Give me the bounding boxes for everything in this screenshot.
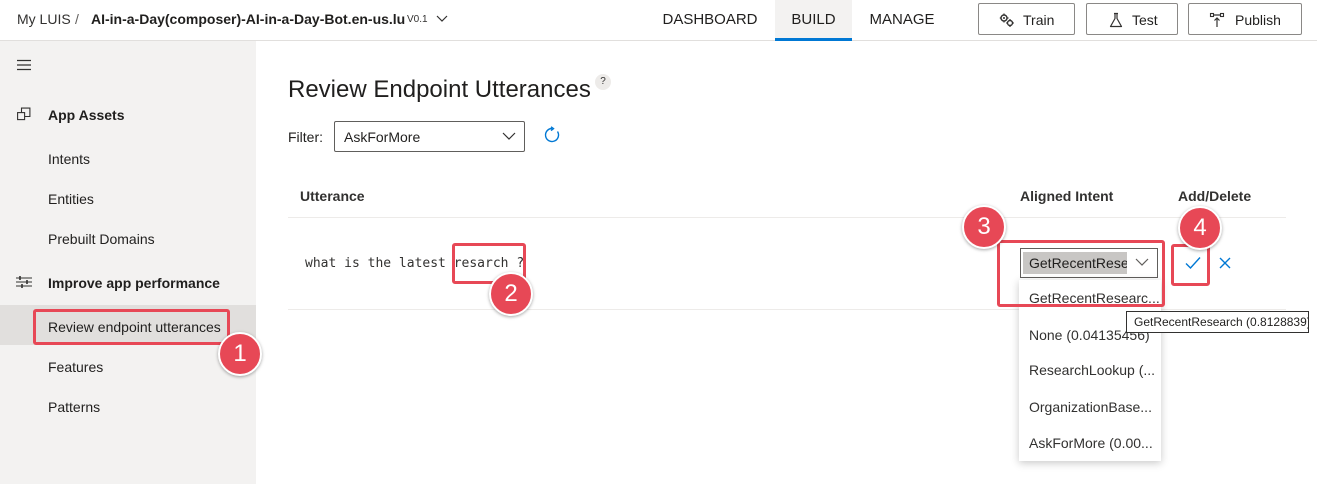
app-name[interactable]: AI-in-a-Day(composer)-AI-in-a-Day-Bot.en… bbox=[91, 11, 405, 27]
dropdown-option[interactable]: OrganizationBase... bbox=[1019, 389, 1161, 425]
sidebar-item-features[interactable]: Features bbox=[48, 359, 103, 375]
tab-manage[interactable]: MANAGE bbox=[858, 0, 946, 41]
flask-icon bbox=[1109, 12, 1123, 28]
dropdown-option[interactable]: ResearchLookup (... bbox=[1019, 352, 1161, 388]
highlight-box-4 bbox=[1171, 244, 1210, 286]
header-divider bbox=[288, 217, 1286, 218]
intent-tooltip: GetRecentResearch (0.8128839) bbox=[1126, 311, 1309, 333]
filter-dropdown[interactable]: AskForMore bbox=[334, 121, 525, 152]
top-bar: My LUIS / AI-in-a-Day(composer)-AI-in-a-… bbox=[0, 0, 1317, 41]
app-assets-icon bbox=[17, 107, 31, 121]
publish-label: Publish bbox=[1235, 12, 1281, 28]
page-title: Review Endpoint Utterances bbox=[288, 76, 591, 103]
publish-button[interactable]: Publish bbox=[1188, 3, 1302, 35]
gears-icon bbox=[999, 13, 1014, 27]
step-badge-2: 2 bbox=[489, 272, 533, 316]
step-badge-3: 3 bbox=[962, 205, 1006, 249]
sidebar-section-improve-app-performance[interactable]: Improve app performance bbox=[48, 275, 220, 291]
sidebar-section-app-assets[interactable]: App Assets bbox=[48, 107, 125, 123]
breadcrumb-my-luis[interactable]: My LUIS bbox=[17, 11, 71, 27]
column-header-aligned-intent[interactable]: Aligned Intent bbox=[1020, 188, 1113, 204]
column-header-add-delete[interactable]: Add/Delete bbox=[1178, 188, 1251, 204]
sidebar: App Assets Intents Entities Prebuilt Dom… bbox=[0, 41, 256, 484]
test-button[interactable]: Test bbox=[1086, 3, 1178, 35]
close-icon[interactable] bbox=[1219, 257, 1231, 269]
dropdown-option[interactable]: AskForMore (0.00... bbox=[1019, 425, 1161, 461]
column-header-utterance[interactable]: Utterance bbox=[300, 188, 365, 204]
sidebar-item-patterns[interactable]: Patterns bbox=[48, 399, 100, 415]
sidebar-item-intents[interactable]: Intents bbox=[48, 151, 90, 167]
chevron-down-icon bbox=[502, 132, 516, 140]
train-label: Train bbox=[1023, 12, 1055, 28]
version-label[interactable]: V0.1 bbox=[407, 14, 428, 25]
sliders-icon bbox=[16, 276, 32, 288]
hamburger-icon[interactable] bbox=[17, 59, 31, 71]
step-badge-4: 4 bbox=[1178, 206, 1222, 250]
sidebar-item-entities[interactable]: Entities bbox=[48, 191, 94, 207]
filter-label: Filter: bbox=[288, 129, 323, 145]
highlight-box-1 bbox=[33, 309, 230, 345]
train-button[interactable]: Train bbox=[978, 3, 1075, 35]
intent-dropdown-menu: GetRecentResearc... None (0.04135456) Re… bbox=[1019, 280, 1161, 461]
filter-value: AskForMore bbox=[344, 129, 421, 145]
test-label: Test bbox=[1132, 12, 1158, 28]
refresh-icon[interactable] bbox=[543, 126, 561, 144]
chevron-down-icon[interactable] bbox=[436, 12, 448, 24]
breadcrumb-separator: / bbox=[75, 11, 79, 27]
sidebar-item-prebuilt-domains[interactable]: Prebuilt Domains bbox=[48, 231, 155, 247]
tab-dashboard[interactable]: DASHBOARD bbox=[650, 0, 770, 41]
step-badge-1: 1 bbox=[218, 332, 262, 376]
help-icon[interactable]: ? bbox=[595, 74, 611, 90]
highlight-box-3 bbox=[997, 240, 1165, 307]
publish-icon bbox=[1209, 12, 1225, 27]
tab-build[interactable]: BUILD bbox=[775, 0, 852, 41]
